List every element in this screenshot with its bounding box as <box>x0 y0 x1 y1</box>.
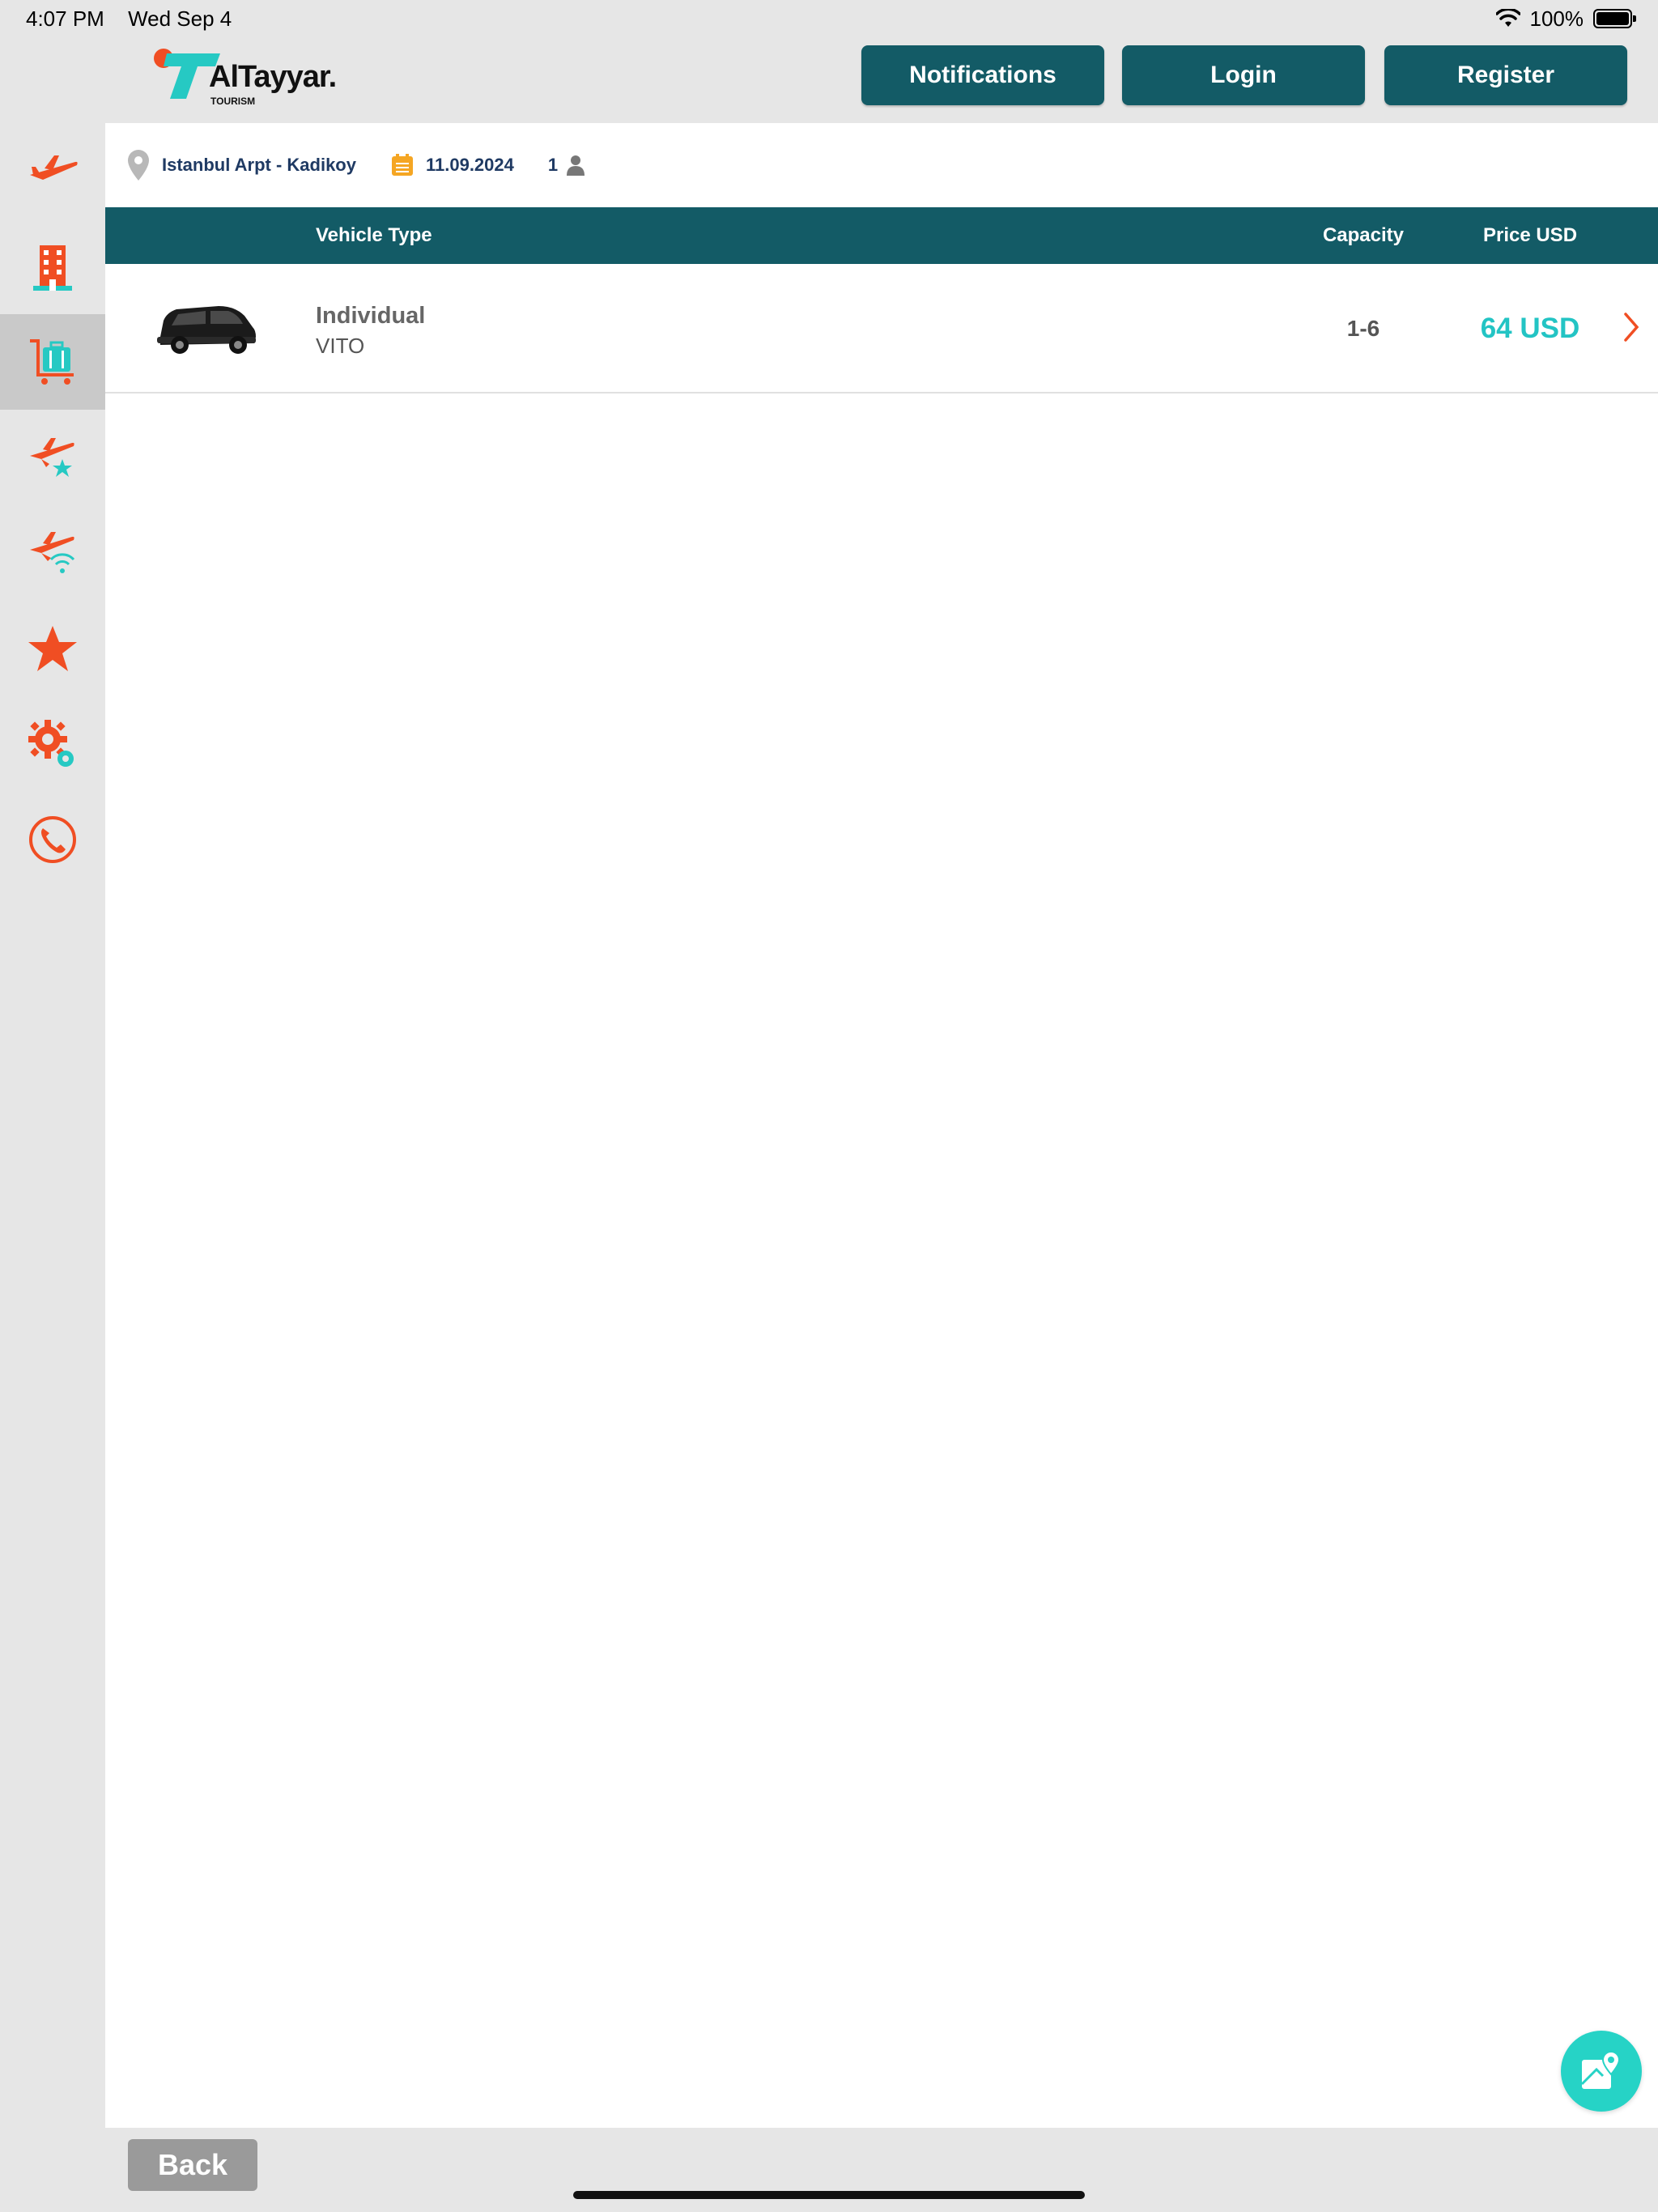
results-table-header: Vehicle Type Capacity Price USD <box>105 207 1658 264</box>
col-price: Price USD <box>1482 224 1578 246</box>
logo-text: AlTayyar. <box>209 60 337 94</box>
register-button[interactable]: Register <box>1384 45 1627 105</box>
star-icon <box>28 626 77 671</box>
main-content: Istanbul Arpt - Kadikoy 11.09.2024 1 Veh… <box>105 123 1658 2128</box>
flight-wifi-icon <box>30 532 75 573</box>
map-pin-icon <box>1580 2050 1621 2089</box>
col-vehicle-type: Vehicle Type <box>316 224 432 246</box>
table-row[interactable]: Individual VITO 1-6 64 USD <box>105 264 1658 393</box>
sidebar-item-hotels[interactable] <box>0 219 105 314</box>
van-image <box>157 306 256 354</box>
hotel-icon <box>33 245 72 291</box>
calendar-icon <box>391 154 413 176</box>
login-button[interactable]: Login <box>1122 45 1365 105</box>
chevron-right-icon[interactable] <box>1622 311 1642 343</box>
sidebar-item-inflight-wifi[interactable] <box>0 505 105 601</box>
battery-percent: 100% <box>1529 6 1584 31</box>
settings-icon <box>28 720 74 767</box>
sidebar-nav <box>0 123 105 2128</box>
flight-hotel-icon <box>30 438 74 477</box>
status-left: 4:07 PM Wed Sep 4 <box>26 6 249 32</box>
vehicle-type: Individual <box>316 303 426 329</box>
location-pin-icon <box>128 150 149 181</box>
sidebar-item-flights[interactable] <box>0 123 105 219</box>
status-bar: 4:07 PM Wed Sep 4 100% <box>0 0 1658 37</box>
altayyar-logo[interactable]: AlTayyar. TOURISM <box>151 45 337 110</box>
passenger-summary: 1 <box>548 155 597 176</box>
status-date: Wed Sep 4 <box>128 6 232 31</box>
date-text: 11.09.2024 <box>425 155 514 175</box>
airplane-icon <box>30 155 78 180</box>
sidebar-item-contact[interactable] <box>0 792 105 887</box>
app-header: AlTayyar. TOURISM Notifications Login Re… <box>0 37 1658 123</box>
wifi-icon <box>1495 9 1520 27</box>
luggage-cart-icon <box>30 339 74 385</box>
sidebar-item-transfers[interactable] <box>0 314 105 410</box>
notifications-button[interactable]: Notifications <box>861 45 1104 105</box>
vehicle-model: VITO <box>316 334 365 358</box>
battery-icon <box>1593 9 1636 28</box>
person-icon <box>567 155 585 176</box>
col-capacity: Capacity <box>1322 224 1405 246</box>
sidebar-item-favorites[interactable] <box>0 601 105 696</box>
home-indicator <box>573 2191 1085 2199</box>
logo-subtitle: TOURISM <box>210 96 256 107</box>
sidebar-item-flight-hotel[interactable] <box>0 410 105 505</box>
passenger-count: 1 <box>547 155 559 175</box>
vehicle-capacity: 1-6 <box>1346 316 1380 341</box>
search-summary: Istanbul Arpt - Kadikoy 11.09.2024 1 <box>105 123 1658 207</box>
status-time: 4:07 PM <box>26 6 104 31</box>
status-right: 100% <box>1495 6 1636 32</box>
vehicle-price: 64 USD <box>1480 313 1580 344</box>
route-text: Istanbul Arpt - Kadikoy <box>162 155 356 175</box>
route-summary: Istanbul Arpt - Kadikoy <box>126 148 356 182</box>
sidebar-item-settings[interactable] <box>0 696 105 792</box>
back-button[interactable]: Back <box>128 2139 257 2191</box>
map-button[interactable] <box>1561 2031 1642 2112</box>
date-summary: 11.09.2024 <box>390 153 514 177</box>
phone-icon <box>29 816 76 863</box>
